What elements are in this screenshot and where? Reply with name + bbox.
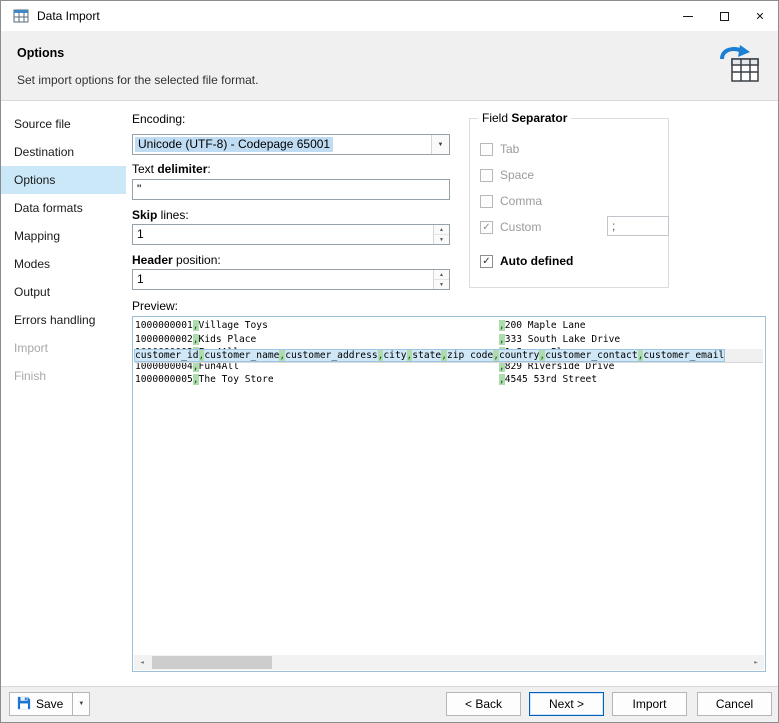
save-button[interactable]: Save <box>9 692 74 716</box>
separator-option-row: ✓ Custom; <box>480 216 669 236</box>
field-delimiter: , <box>192 374 199 385</box>
window-title: Data Import <box>37 9 100 23</box>
field-delimiter: , <box>192 320 199 331</box>
field-delimiter: , <box>198 350 205 361</box>
page-title: Options <box>17 46 65 60</box>
sidebar-item-modes[interactable]: Modes <box>1 250 126 278</box>
app-icon <box>13 8 29 24</box>
sidebar-item-import: Import <box>14 341 49 355</box>
field-delimiter: , <box>637 350 644 361</box>
next-button[interactable]: Next > <box>529 692 604 716</box>
titlebar: Data Import ✕ <box>1 1 778 31</box>
import-options-icon <box>718 43 760 86</box>
maximize-icon <box>719 11 729 21</box>
scroll-left-icon[interactable]: ◄ <box>134 655 150 670</box>
header-position-input[interactable]: 1 ▲ ▼ <box>132 269 450 290</box>
save-split-button: Save ▼ <box>9 692 91 716</box>
separator-option-row: Comma <box>480 193 542 209</box>
sidebar-item-source-file[interactable]: Source file <box>1 110 126 138</box>
field-delimiter: , <box>279 350 286 361</box>
wizard-steps-sidebar: Source file Destination Options Data format… <box>1 110 126 390</box>
field-delimiter: , <box>406 350 413 361</box>
sidebar-item-finish: Finish <box>14 369 47 383</box>
checkbox-space <box>480 168 493 182</box>
field-delimiter: , <box>493 350 499 361</box>
field-delimiter: , <box>377 350 384 361</box>
save-dropdown-button[interactable]: ▼ <box>73 692 91 716</box>
encoding-select[interactable]: Unicode (UTF-8) - Codepage 65001 ▼ <box>132 134 450 155</box>
text-delimiter-label: Text delimiter: <box>132 162 211 176</box>
data-import-window: Data Import ✕ Options Set import options… <box>0 0 779 723</box>
skip-lines-up-button[interactable]: ▲ <box>434 225 449 234</box>
header-position-value: 1 <box>137 272 144 286</box>
preview-header-line: customer_id,customer_name,customer_addre… <box>133 349 763 363</box>
checkbox-custom: ✓ <box>480 220 493 234</box>
import-button[interactable]: Import <box>612 692 687 716</box>
combo-arrow-icon[interactable]: ▼ <box>431 135 449 154</box>
checkbox-label: Space <box>500 168 535 182</box>
field-delimiter: , <box>441 350 447 361</box>
checkbox-comma <box>480 194 493 208</box>
text-delimiter-input[interactable]: " <box>132 179 450 200</box>
sidebar-item-output[interactable]: Output <box>1 278 126 306</box>
field-separator-group: Field Separator Tab Space Comma ✓ Custom; ✓ Au… <box>469 111 669 288</box>
custom-separator-input: ; <box>607 216 669 236</box>
field-delimiter: , <box>192 333 199 345</box>
encoding-label: Encoding: <box>132 112 186 126</box>
cancel-button[interactable]: Cancel <box>697 692 772 716</box>
scrollbar-thumb[interactable] <box>152 656 272 669</box>
header-position-down-button[interactable]: ▼ <box>434 279 449 289</box>
scroll-right-icon[interactable]: ► <box>748 655 764 670</box>
page-subtitle: Set import options for the selected file… <box>17 73 259 87</box>
sidebar-item-destination[interactable]: Destination <box>1 138 126 166</box>
preview-line: 1000000002,Kids Place ,333 South Lake Dr… <box>135 333 621 345</box>
separator-option-row: Space <box>480 167 534 183</box>
checkbox-auto-defined[interactable]: ✓ <box>480 254 493 268</box>
minimize-icon <box>683 15 693 17</box>
back-button[interactable]: < Back <box>446 692 521 716</box>
preview-label: Preview: <box>132 299 179 313</box>
sidebar-item-errors-handling[interactable]: Errors handling <box>1 306 126 334</box>
separator-option-row: Tab <box>480 141 519 157</box>
separator-option-row: ✓ Auto defined <box>480 253 573 269</box>
header-position-label: Header position: <box>132 253 221 267</box>
minimize-button[interactable] <box>671 1 705 31</box>
checkbox-label: Auto defined <box>500 254 574 268</box>
skip-lines-input[interactable]: 1 ▲ ▼ <box>132 224 450 245</box>
checkbox-label: Comma <box>500 194 543 208</box>
sidebar-item-options[interactable]: Options <box>1 166 126 194</box>
save-button-label: Save <box>36 697 64 711</box>
preview-line: 1000000005,The Toy Store ,4545 53rd Stre… <box>135 374 598 385</box>
field-delimiter: , <box>539 350 546 361</box>
footer-bar: Save ▼ < Back Next > Import Cancel <box>1 686 778 722</box>
encoding-value: Unicode (UTF-8) - Codepage 65001 <box>135 137 334 152</box>
close-button[interactable]: ✕ <box>743 1 777 31</box>
skip-lines-label: Skip lines: <box>132 208 189 222</box>
wizard-body: Source file Destination Options Data format… <box>1 102 778 686</box>
maximize-button[interactable] <box>707 1 741 31</box>
checkbox-label: Custom <box>500 220 542 234</box>
skip-lines-value: 1 <box>137 227 144 241</box>
preview-pane: customer_id,customer_name,customer_addre… <box>132 316 766 672</box>
sidebar-item-mapping[interactable]: Mapping <box>1 222 126 250</box>
text-delimiter-value: " <box>137 182 142 196</box>
wizard-header: Options Set import options for the selec… <box>1 31 778 101</box>
checkbox-label: Tab <box>500 142 520 156</box>
field-separator-legend: Field Separator <box>478 111 572 125</box>
field-delimiter: , <box>498 320 505 331</box>
preview-line: 1000000001,Village Toys ,200 Maple Lane <box>135 320 586 331</box>
save-icon <box>17 696 31 713</box>
checkbox-tab <box>480 142 493 156</box>
preview-horizontal-scrollbar[interactable]: ◄ ► <box>134 655 764 670</box>
sidebar-item-data-formats[interactable]: Data formats <box>1 194 126 222</box>
skip-lines-down-button[interactable]: ▼ <box>434 234 449 244</box>
header-position-up-button[interactable]: ▲ <box>434 270 449 279</box>
field-delimiter: , <box>498 333 505 345</box>
field-delimiter: , <box>498 374 505 385</box>
